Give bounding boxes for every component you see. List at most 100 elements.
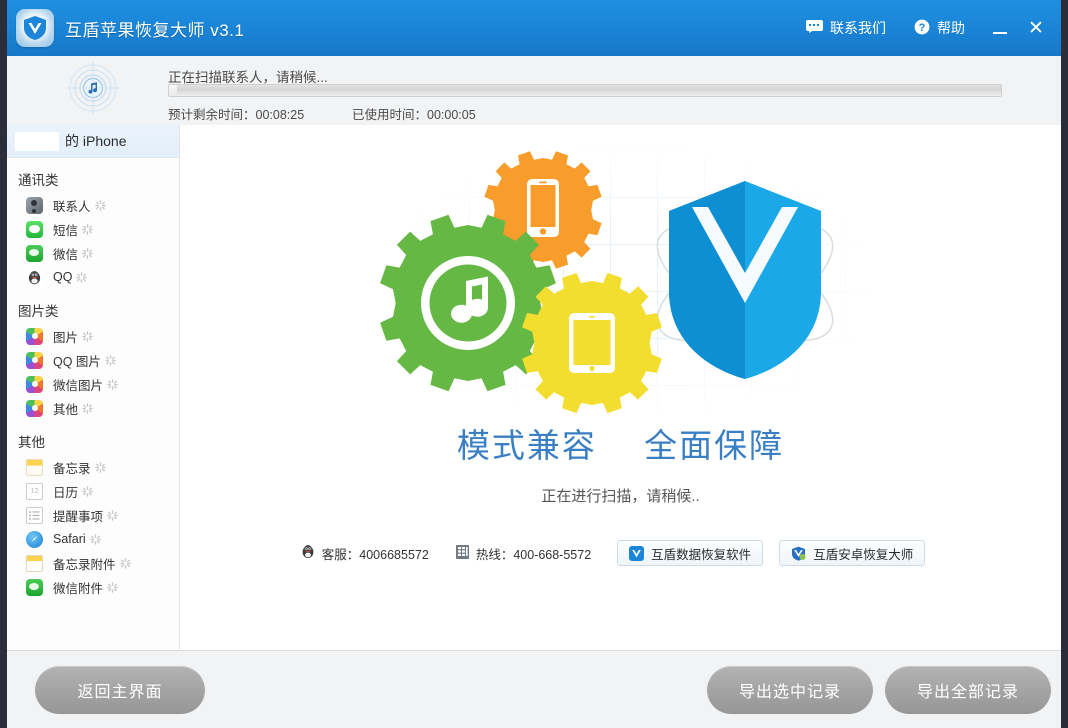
contact-info-row: 客服：4006685572 热线：400-668-5572 互盾数据恢复软件 互…: [180, 540, 1061, 566]
footer-action-bar: 返回主界面 导出选中记录 导出全部记录: [7, 650, 1061, 728]
sidebar-item-label: 微信: [53, 247, 79, 262]
title-bar: 互盾苹果恢复大师 v3.1 联系我们 ? 帮助 ✕: [7, 0, 1061, 57]
qq-photos-icon: [26, 351, 43, 369]
loading-spinner-icon: [82, 402, 93, 414]
titlebar-actions: 联系我们 ? 帮助 ✕: [792, 0, 1051, 56]
sms-icon: [26, 220, 43, 238]
help-button[interactable]: ? 帮助: [900, 13, 979, 43]
blue-shield: [669, 181, 821, 379]
sidebar-item-label: QQ: [53, 270, 73, 284]
device-name-label: 的 iPhone: [65, 133, 127, 149]
device-name-redacted: [15, 131, 59, 151]
loading-spinner-icon: [107, 378, 118, 390]
loading-spinner-icon: [82, 223, 93, 235]
product-link-android-recovery[interactable]: 互盾安卓恢复大师: [779, 540, 926, 566]
sidebar-item-label: 备忘录: [53, 461, 91, 476]
sidebar-item-safari[interactable]: Safari: [7, 527, 179, 551]
reminders-icon: [26, 506, 43, 524]
minimize-icon[interactable]: [985, 13, 1015, 43]
sidebar: 的 iPhone 通讯类 联系人 短信 微信 QQ 图片类 图片 QQ 图片 微…: [7, 125, 180, 650]
gears-shield-illustration: [180, 125, 1061, 425]
sidebar-item-notes[interactable]: 备忘录: [7, 455, 179, 479]
sidebar-item-label: 备忘录附件: [53, 557, 116, 572]
scan-progress-header: 正在扫描联系人，请稍候... 预计剩余时间：00:08:25 已使用时间：00:…: [7, 56, 1061, 126]
sidebar-item-wechat-attachments[interactable]: 微信附件: [7, 575, 179, 599]
sidebar-item-label: 提醒事项: [53, 509, 104, 524]
customer-service-info: 客服：4006685572: [300, 543, 429, 563]
close-icon[interactable]: ✕: [1021, 13, 1051, 43]
sidebar-item-label: 其他: [53, 402, 79, 417]
loading-spinner-icon: [94, 199, 106, 211]
sidebar-item-calendar[interactable]: 12 日历: [7, 479, 179, 503]
hotline-label: 热线：400-668-5572: [475, 547, 592, 562]
loading-spinner-icon: [105, 354, 116, 366]
help-label: 帮助: [937, 20, 965, 36]
product-link-data-recovery[interactable]: 互盾数据恢复软件: [617, 540, 764, 566]
sidebar-item-reminders[interactable]: 提醒事项: [7, 503, 179, 527]
question-circle-icon: ?: [914, 19, 930, 38]
wechat-icon: [26, 244, 43, 262]
chat-bubble-icon: [806, 20, 823, 36]
loading-spinner-icon: [82, 247, 93, 259]
shield-blue-icon: [629, 545, 645, 561]
sidebar-item-label: Safari: [53, 532, 86, 546]
telephone-icon: [455, 544, 470, 563]
sidebar-item-sms[interactable]: 短信: [7, 217, 179, 241]
contact-us-button[interactable]: 联系我们: [792, 13, 900, 43]
scan-progress-bar: [168, 84, 1002, 97]
sidebar-item-notes-attachments[interactable]: 备忘录附件: [7, 551, 179, 575]
sidebar-item-contacts[interactable]: 联系人: [7, 193, 179, 217]
svg-text:?: ?: [919, 21, 926, 33]
shield-logo-icon: [16, 9, 54, 47]
loading-spinner-icon: [76, 271, 88, 283]
device-selector[interactable]: 的 iPhone: [7, 125, 179, 158]
sidebar-item-qq-photos[interactable]: QQ 图片: [7, 348, 179, 372]
contact-us-label: 联系我们: [830, 20, 886, 36]
qq-penguin-icon: [26, 268, 43, 286]
sidebar-item-label: QQ 图片: [53, 354, 101, 369]
photos-icon: [26, 327, 43, 345]
sidebar-item-label: 短信: [53, 223, 79, 238]
export-all-button[interactable]: 导出全部记录: [885, 666, 1051, 714]
customer-service-label: 客服：4006685572: [321, 547, 429, 562]
notes-attachment-icon: [26, 554, 43, 572]
wechat-attachment-icon: [26, 578, 43, 596]
shield-android-icon: [791, 546, 806, 561]
tagline-right: 全面保障: [644, 427, 785, 464]
sub-status-text: 正在进行扫描，请稍候..: [541, 488, 700, 505]
sidebar-item-other-photos[interactable]: 其他: [7, 396, 179, 420]
illustration-artwork: [380, 151, 834, 414]
loading-spinner-icon: [94, 461, 106, 473]
main-panel: 模式兼容 全面保障 正在进行扫描，请稍候.. 客服：4006685572 热线：…: [180, 125, 1061, 650]
qq-penguin-icon: [300, 543, 316, 563]
radar-music-scan-icon: [65, 60, 121, 116]
sidebar-item-photos[interactable]: 图片: [7, 324, 179, 348]
sidebar-group-title-other: 其他: [18, 435, 45, 450]
sidebar-group-title-communication: 通讯类: [18, 173, 59, 188]
scan-progress-fill: [169, 85, 178, 96]
sidebar-item-label: 图片: [53, 330, 79, 345]
sidebar-item-label: 微信附件: [53, 581, 104, 596]
sidebar-group-title-photos: 图片类: [18, 304, 59, 319]
wechat-photos-icon: [26, 375, 43, 393]
export-selected-button[interactable]: 导出选中记录: [707, 666, 873, 714]
product-link-label: 互盾安卓恢复大师: [813, 547, 914, 562]
calendar-icon: 12: [26, 482, 43, 500]
sidebar-item-label: 联系人: [53, 199, 91, 214]
remaining-time-label: 预计剩余时间：00:08:25: [168, 108, 305, 122]
application-window: 互盾苹果恢复大师 v3.1 联系我们 ? 帮助 ✕ 正在扫描联系人，请稍候...…: [7, 0, 1061, 728]
tagline: 模式兼容 全面保障: [180, 419, 1061, 467]
contacts-icon: [26, 196, 43, 214]
tagline-left: 模式兼容: [456, 427, 597, 464]
sidebar-item-label: 微信图片: [53, 378, 104, 393]
elapsed-time-label: 已使用时间：00:00:05: [352, 108, 476, 122]
product-link-label: 互盾数据恢复软件: [651, 547, 752, 562]
app-title: 互盾苹果恢复大师 v3.1: [65, 21, 245, 40]
safari-icon: [26, 530, 43, 548]
sidebar-item-wechat[interactable]: 微信: [7, 241, 179, 265]
sidebar-item-wechat-photos[interactable]: 微信图片: [7, 372, 179, 396]
back-to-main-button[interactable]: 返回主界面: [35, 666, 205, 714]
sidebar-item-qq[interactable]: QQ: [7, 265, 179, 289]
hotline-info: 热线：400-668-5572: [455, 544, 591, 563]
sidebar-item-label: 日历: [53, 485, 79, 500]
